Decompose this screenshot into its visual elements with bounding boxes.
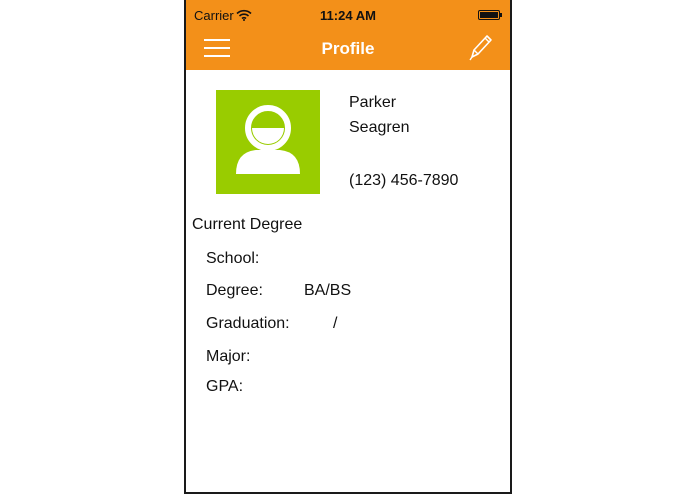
phone-number: (123) 456-7890 xyxy=(349,172,459,189)
status-bar: Carrier 11:24 AM xyxy=(186,0,510,30)
graduation-value: / xyxy=(333,315,338,332)
profile-name: Parker Seagren xyxy=(349,90,410,140)
battery-icon xyxy=(478,10,502,20)
last-name: Seagren xyxy=(349,119,410,136)
first-name: Parker xyxy=(349,94,397,111)
phone-screen: Carrier 11:24 AM Profile Parker Seagren … xyxy=(184,0,512,494)
avatar xyxy=(216,90,320,194)
navigation-bar: Profile xyxy=(186,30,510,70)
page-title: Profile xyxy=(321,39,375,58)
battery-fill xyxy=(480,12,498,18)
status-time: 11:24 AM xyxy=(320,8,376,23)
current-degree-heading: Current Degree xyxy=(192,216,303,233)
gpa-label: GPA: xyxy=(206,378,244,395)
degree-label: Degree: xyxy=(206,282,263,299)
major-label: Major: xyxy=(206,348,251,365)
degree-value: BA/BS xyxy=(304,282,352,299)
school-label: School: xyxy=(206,250,260,267)
user-icon xyxy=(236,105,300,174)
graduation-label: Graduation: xyxy=(206,315,290,332)
pencil-icon[interactable] xyxy=(468,33,494,61)
